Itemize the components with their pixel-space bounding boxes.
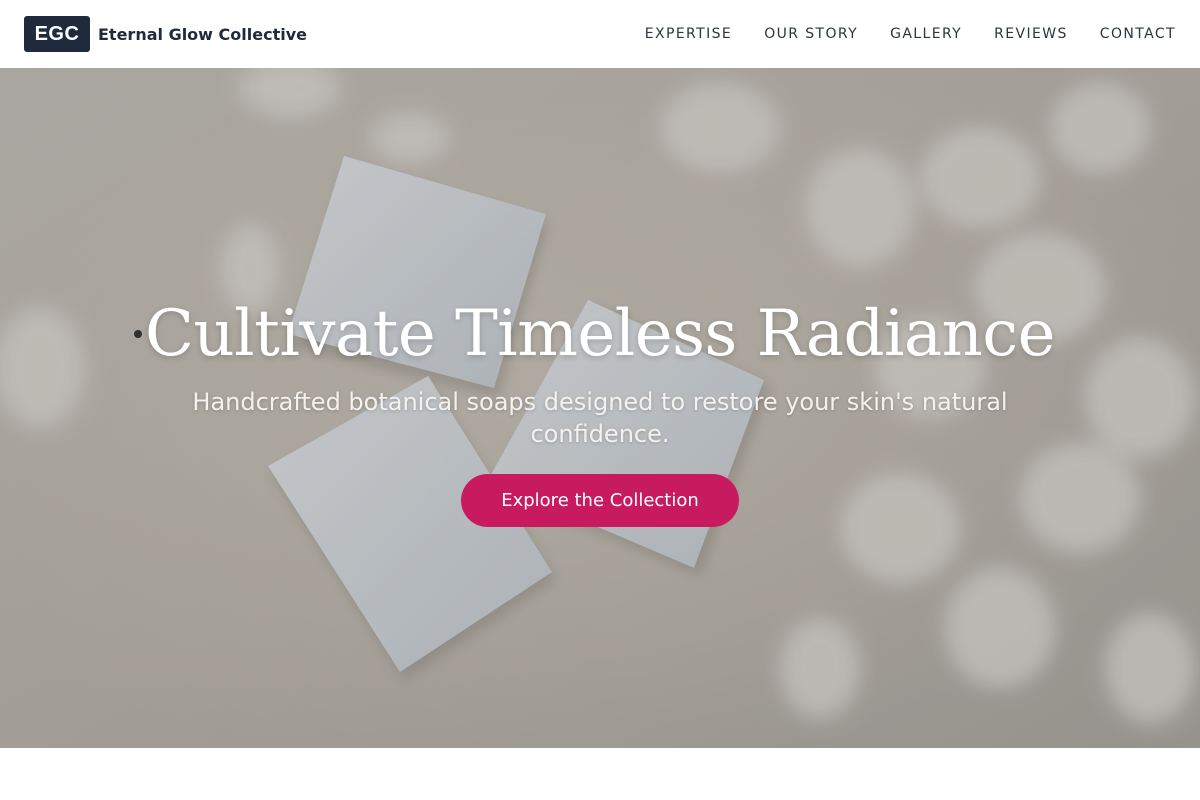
nav-link-our-story[interactable]: OUR STORY <box>764 26 858 42</box>
site-header: EGC Eternal Glow Collective EXPERTISE OU… <box>0 0 1200 68</box>
nav-link-expertise[interactable]: EXPERTISE <box>645 26 732 42</box>
below-fold-section <box>0 748 1200 800</box>
explore-collection-button[interactable]: Explore the Collection <box>461 474 739 527</box>
brand-logo-link[interactable]: EGC Eternal Glow Collective <box>24 16 307 52</box>
hero-content: Cultivate Timeless Radiance Handcrafted … <box>0 68 1200 748</box>
logo-mark: EGC <box>24 16 90 52</box>
brand-name: Eternal Glow Collective <box>98 24 307 44</box>
main-navigation: EXPERTISE OUR STORY GALLERY REVIEWS CONT… <box>645 26 1176 42</box>
nav-link-contact[interactable]: CONTACT <box>1100 26 1176 42</box>
hero-section: Cultivate Timeless Radiance Handcrafted … <box>0 68 1200 748</box>
nav-link-reviews[interactable]: REVIEWS <box>994 26 1068 42</box>
hero-title: Cultivate Timeless Radiance <box>144 297 1056 371</box>
nav-link-gallery[interactable]: GALLERY <box>890 26 962 42</box>
hero-subtitle: Handcrafted botanical soaps designed to … <box>192 388 1008 448</box>
